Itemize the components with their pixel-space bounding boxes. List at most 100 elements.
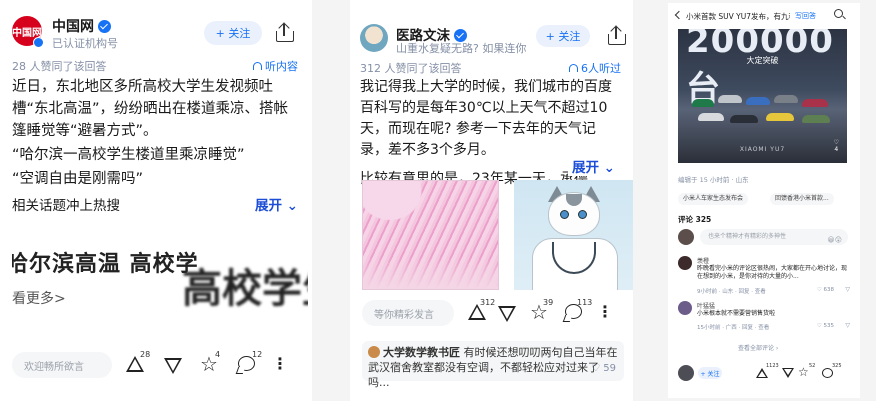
search-icon[interactable]: [834, 9, 843, 18]
commenter-name[interactable]: 叶猛猛: [697, 301, 715, 310]
author-subtitle: 已认证机构号: [52, 37, 118, 50]
more-button[interactable]: ⋮: [272, 354, 289, 373]
follow-button[interactable]: + 关注: [698, 367, 722, 379]
see-more-link[interactable]: 看更多>: [12, 288, 66, 308]
verified-icon: [33, 37, 44, 48]
action-bar: + 关注 1123 ☆ 52 325: [678, 363, 856, 382]
banner-big-text: 高校学生: [182, 266, 308, 312]
dislike-icon[interactable]: ▽: [845, 322, 850, 329]
comment-count: 113: [577, 298, 593, 307]
downvote-button[interactable]: [498, 306, 516, 322]
question-title[interactable]: 小米首款 SUV YU7发布，有九种...: [686, 11, 790, 22]
answer-paragraph: 近日，东北地区多所高校大学生发视频吐槽“东北高温”，纷纷晒出在楼道乘凉、搭帐篷睡…: [12, 79, 289, 139]
answer-paragraph: “空调自由是刚需吗”: [12, 171, 144, 187]
comment-like-count[interactable]: ♡ 535: [817, 323, 834, 329]
comment-item: 羡橙 昨晚看完小米的评论区很热闹，大家都在开心地讨论，现在想到的小米，是你对待的…: [678, 256, 854, 296]
back-icon[interactable]: [674, 10, 684, 20]
banner-headline: 哈尔滨高温 高校学: [12, 252, 199, 277]
answer-panel-chinanet: 中国网 中国网 已认证机构号 + 关注 28 人赞同了该回答 听内容 近日，东北…: [0, 0, 312, 401]
write-answer-button[interactable]: 写回答: [795, 11, 816, 21]
headphone-icon: [569, 64, 578, 72]
hero-subtitle: 大定突破: [746, 56, 779, 65]
listen-button[interactable]: 6人听过: [569, 60, 621, 76]
favorite-button[interactable]: ☆ 4: [200, 350, 220, 374]
topic-tag[interactable]: 回馈香港小米首款...: [770, 193, 834, 205]
comment-footer: 9小时前 · 山东 · 回复 · 查看: [697, 289, 766, 295]
comment-text: 昨晚看完小米的评论区很热闹，大家都在开心地讨论，现在想到的小米，是你对待的大量的…: [697, 265, 848, 280]
upvote-summary: 312 人赞同了该回答: [360, 62, 462, 75]
comment-item: 叶猛猛 小米根本就不需要营销售货啦 15小时前 · 广西 · 回复 · 查看 ♡…: [678, 301, 854, 335]
more-button[interactable]: ⋮: [597, 302, 614, 321]
share-icon[interactable]: [276, 22, 294, 42]
follow-button[interactable]: + 关注: [204, 21, 262, 45]
topic-tag[interactable]: 小米人车家生态发布会: [678, 193, 749, 205]
user-avatar: [678, 229, 694, 245]
upvote-icon[interactable]: [756, 368, 768, 378]
headphone-icon: [253, 62, 262, 70]
news-panel-xiaomi: 小米首款 SUV YU7发布，有九种... 写回答 200000台 大定突破 X…: [668, 3, 860, 398]
expand-button[interactable]: 展开 ⌄: [255, 194, 298, 214]
upvote-count: 28: [140, 350, 151, 359]
author-header: 中国网 中国网 已认证机构号 + 关注: [12, 12, 300, 52]
hero-image[interactable]: 200000台 大定突破 XIAOMI YU7 ♡ 4: [678, 29, 847, 163]
star-icon[interactable]: ☆: [798, 365, 809, 379]
follow-button[interactable]: + 关注: [536, 25, 590, 47]
downvote-icon[interactable]: [782, 368, 794, 378]
upvote-button[interactable]: 312: [468, 298, 495, 320]
commenter-avatar[interactable]: [678, 256, 692, 270]
listen-label: 听内容: [265, 60, 298, 73]
verified-badge-icon: [98, 20, 111, 33]
comment-input[interactable]: 欢迎畅所欲言: [12, 352, 112, 378]
comment-input-row: 也来个精神才有精彩的多神性 😀😲: [678, 229, 848, 245]
answer-paragraph: 我记得我上大学的时候，我们城市的百度百科写的是每年30℃以上天气不超过10天，而…: [360, 79, 612, 158]
upvote-summary: 28 人赞同了该回答: [12, 60, 107, 73]
comment-icon[interactable]: [822, 368, 833, 378]
commenter-avatar[interactable]: [678, 301, 692, 315]
upvote-count: 312: [480, 298, 496, 307]
more-icon: ⋮: [597, 302, 614, 321]
comment-count: 325: [832, 363, 842, 369]
tag-row: 小米人车家生态发布会 回馈香港小米首款...: [678, 193, 858, 205]
comment-input-placeholder: 也来个精神才有精彩的多神性: [708, 233, 787, 240]
share-icon[interactable]: [608, 25, 626, 45]
doctor-cat-image[interactable]: [514, 180, 633, 290]
author-avatar[interactable]: [678, 365, 694, 381]
listen-button[interactable]: 听内容: [253, 58, 298, 74]
view-all-comments-link[interactable]: 查看全部评论 ›: [738, 343, 778, 352]
upvote-button[interactable]: 28: [126, 350, 150, 372]
favorite-count: 4: [215, 350, 221, 359]
author-name[interactable]: 中国网: [52, 16, 111, 36]
comment-button[interactable]: 113: [565, 298, 592, 319]
dislike-icon[interactable]: ▽: [845, 286, 850, 293]
author-avatar[interactable]: [360, 24, 388, 52]
comment-input[interactable]: 也来个精神才有精彩的多神性 😀😲: [700, 229, 848, 245]
emoji-icon[interactable]: 😀😲: [827, 232, 842, 248]
commenter-name[interactable]: 羡橙: [697, 256, 709, 265]
tissue-image[interactable]: [362, 180, 499, 290]
comment-input[interactable]: 等你精彩发言: [362, 300, 454, 326]
edit-info: 编辑于 15 小时前 · 山东: [678, 176, 749, 184]
comment-like-count[interactable]: ♡ 638: [817, 287, 834, 293]
featured-comment[interactable]: 大学数学教书匠 有时候还想叨叨两句自己当年在武汉宿舍教室都没有空调，不都轻松应对…: [362, 341, 624, 389]
upvote-count: 1123: [766, 363, 779, 369]
comment-count: 12: [252, 350, 263, 359]
answer-body: 近日，东北地区多所高校大学生发视频吐槽“东北高温”，纷纷晒出在楼道乘凉、搭帐篷睡…: [12, 76, 302, 192]
related-topic-text: 相关话题冲上热搜: [12, 198, 120, 214]
downvote-icon: [164, 358, 182, 374]
listen-label: 6人听过: [581, 62, 621, 75]
comment-footer: 15小时前 · 广西 · 回复 · 查看: [697, 325, 770, 331]
expand-button[interactable]: 展开 ⌄: [567, 156, 615, 176]
author-subtitle: 山重水复疑无路? 如果连你自: [396, 42, 526, 55]
comments-title: 评论 325: [678, 215, 712, 224]
trending-banner[interactable]: 哈尔滨高温 高校学 高校学生 看更多>: [12, 216, 308, 340]
comment-text: 小米根本就不需要营销售货啦: [697, 310, 776, 317]
hero-like[interactable]: ♡ 4: [834, 139, 839, 153]
downvote-button[interactable]: [164, 358, 182, 374]
downvote-icon: [498, 306, 516, 322]
comment-like-count[interactable]: ♡ 59: [591, 361, 616, 376]
favorite-button[interactable]: ☆ 39: [530, 298, 553, 322]
hero-brand: XIAOMI YU7: [739, 146, 786, 153]
hero-like-count: 4: [834, 146, 839, 153]
commenter-name: 大学数学教书匠: [383, 346, 460, 359]
comment-button[interactable]: 12: [238, 350, 262, 371]
